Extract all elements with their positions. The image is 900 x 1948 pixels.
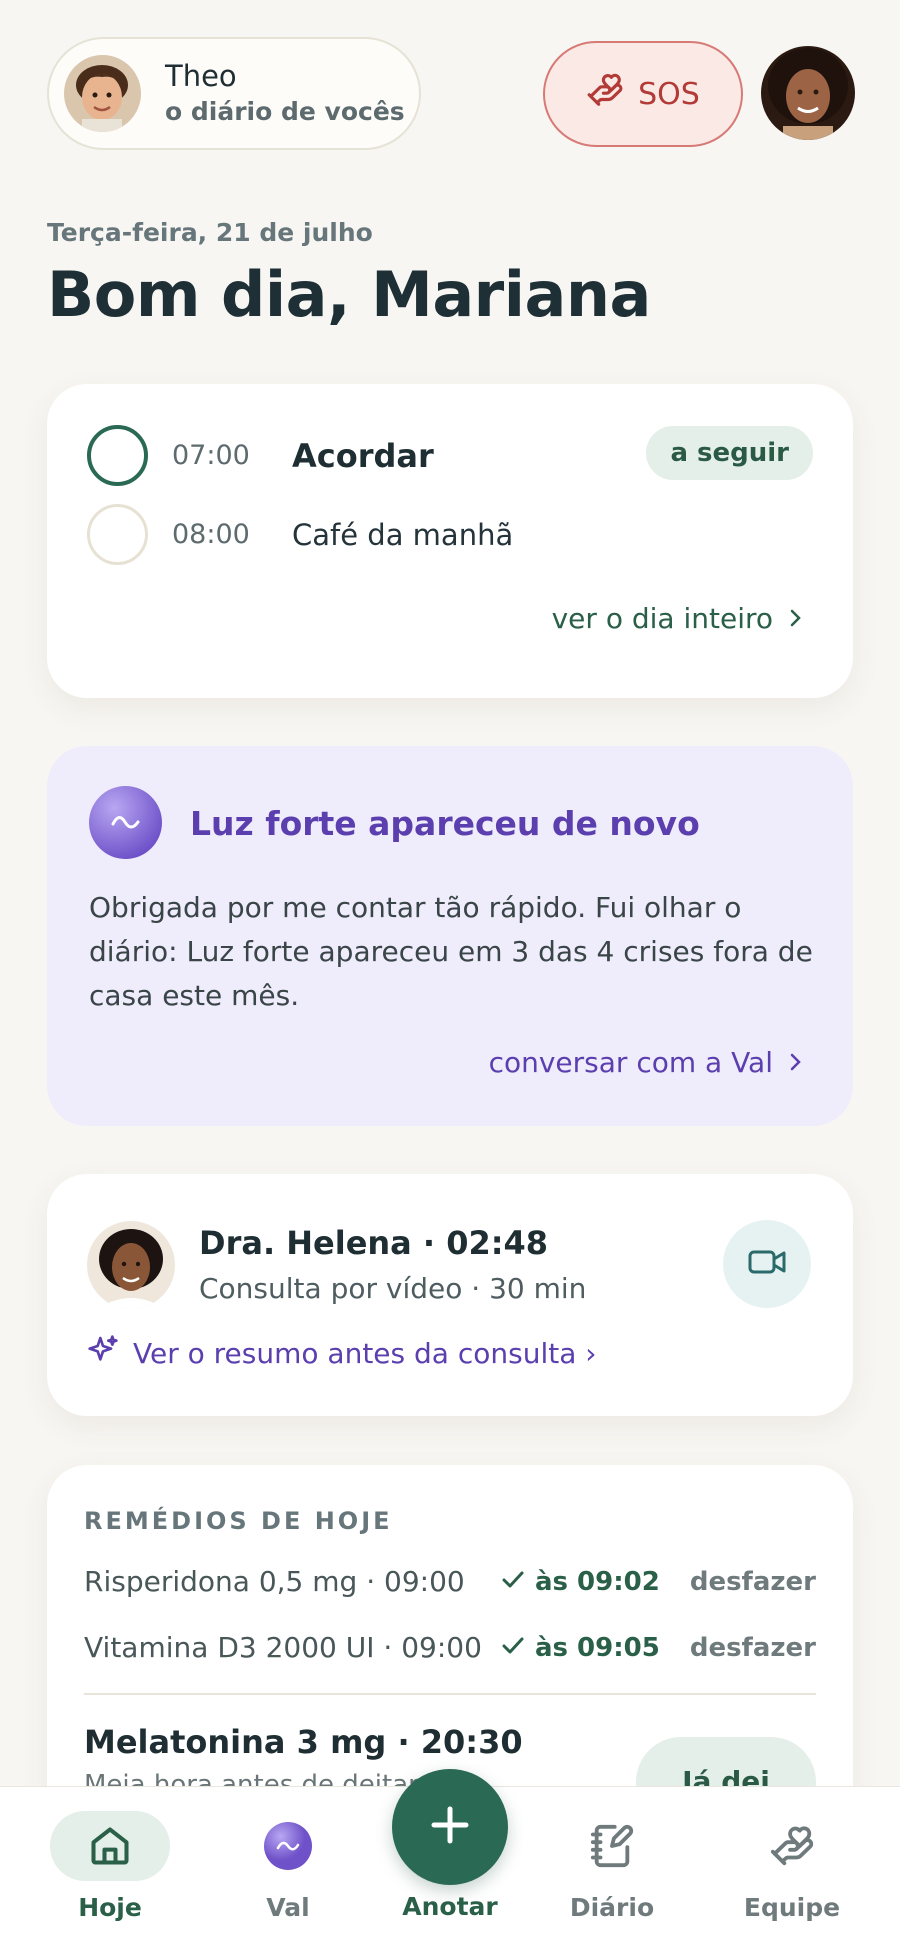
nav-label: Hoje bbox=[78, 1893, 142, 1922]
child-subtitle: o diário de vocês bbox=[165, 96, 405, 126]
consultation-type: Consulta por vídeo · 30 min bbox=[199, 1272, 587, 1305]
val-insight-card[interactable]: Luz forte apareceu de novo Obrigada por … bbox=[47, 746, 853, 1126]
medication-row: Risperidona 0,5 mg · 09:00 às 09:02 desf… bbox=[84, 1565, 816, 1598]
child-name: Theo bbox=[165, 58, 237, 93]
nav-tab-val[interactable]: Val bbox=[218, 1787, 358, 1948]
taken-status: às 09:02 bbox=[501, 1567, 660, 1597]
journal-icon bbox=[552, 1811, 672, 1881]
val-orb-icon bbox=[228, 1811, 348, 1881]
doctor-avatar bbox=[87, 1221, 175, 1309]
video-camera-icon bbox=[747, 1247, 787, 1281]
nav-tab-diario[interactable]: Diário bbox=[542, 1787, 682, 1948]
check-icon bbox=[501, 1567, 525, 1597]
plus-icon bbox=[428, 1803, 472, 1851]
next-badge: a seguir bbox=[646, 426, 813, 480]
undo-button[interactable]: desfazer bbox=[690, 1567, 816, 1597]
undo-button[interactable]: desfazer bbox=[690, 1633, 816, 1663]
sos-label: SOS bbox=[638, 76, 700, 112]
pre-consult-summary-label: Ver o resumo antes da consulta › bbox=[133, 1337, 597, 1370]
val-card-body: Obrigada por me contar tão rápido. Fui o… bbox=[89, 891, 813, 1012]
nav-label: Val bbox=[266, 1893, 310, 1922]
home-icon bbox=[50, 1811, 170, 1881]
taken-status: às 09:05 bbox=[501, 1633, 660, 1663]
video-call-button[interactable] bbox=[723, 1220, 811, 1308]
current-date: Terça-feira, 21 de julho bbox=[47, 218, 373, 247]
pre-consult-summary-link[interactable]: Ver o resumo antes da consulta › bbox=[87, 1334, 596, 1373]
helping-hand-icon bbox=[586, 71, 624, 117]
schedule-task: Acordar bbox=[292, 436, 434, 475]
schedule-card: 07:00 Acordar a seguir 08:00 Café da man… bbox=[47, 384, 853, 698]
task-checkbox[interactable] bbox=[87, 504, 148, 565]
see-full-day-label: ver o dia inteiro bbox=[551, 602, 773, 635]
medication-name: Vitamina D3 2000 UI · 09:00 bbox=[84, 1631, 482, 1664]
medication-name: Risperidona 0,5 mg · 09:00 bbox=[84, 1565, 465, 1598]
nav-label: Equipe bbox=[743, 1893, 841, 1922]
sparkle-icon bbox=[87, 1334, 119, 1373]
see-full-day-link[interactable]: ver o dia inteiro bbox=[552, 602, 803, 635]
check-icon bbox=[501, 1633, 525, 1663]
schedule-time: 08:00 bbox=[172, 519, 250, 550]
schedule-task: Café da manhã bbox=[292, 517, 514, 552]
nav-tab-hoje[interactable]: Hoje bbox=[40, 1787, 180, 1948]
next-medication-name: Melatonina 3 mg · 20:30 bbox=[84, 1723, 523, 1761]
val-orb-icon bbox=[89, 786, 162, 859]
task-checkbox[interactable] bbox=[87, 425, 148, 486]
taken-time: às 09:05 bbox=[534, 1632, 660, 1663]
team-hand-icon bbox=[732, 1811, 852, 1881]
schedule-item[interactable]: 07:00 Acordar bbox=[87, 425, 434, 486]
sos-button[interactable]: SOS bbox=[543, 41, 743, 147]
nav-tab-equipe[interactable]: Equipe bbox=[722, 1787, 862, 1948]
consultation-card: Dra. Helena · 02:48 Consulta por vídeo ·… bbox=[47, 1174, 853, 1416]
user-avatar[interactable] bbox=[761, 46, 855, 140]
val-card-title: Luz forte apareceu de novo bbox=[190, 804, 700, 843]
page-title: Bom dia, Mariana bbox=[47, 258, 651, 331]
add-note-label: Anotar bbox=[402, 1892, 498, 1921]
add-note-button[interactable] bbox=[392, 1769, 508, 1885]
chevron-right-icon bbox=[789, 1046, 803, 1079]
medication-row: Vitamina D3 2000 UI · 09:00 às 09:05 des… bbox=[84, 1631, 816, 1664]
nav-label: Diário bbox=[569, 1893, 655, 1922]
schedule-item[interactable]: 08:00 Café da manhã bbox=[87, 504, 513, 565]
child-profile-pill[interactable]: Theo o diário de vocês bbox=[47, 37, 421, 150]
doctor-name-time: Dra. Helena · 02:48 bbox=[199, 1224, 549, 1262]
child-avatar bbox=[64, 55, 141, 132]
schedule-time: 07:00 bbox=[172, 440, 250, 471]
medications-title: REMÉDIOS DE HOJE bbox=[84, 1507, 393, 1535]
chevron-right-icon bbox=[789, 602, 803, 635]
divider bbox=[84, 1693, 816, 1695]
chat-with-val-label: conversar com a Val bbox=[488, 1046, 773, 1079]
chat-with-val-link[interactable]: conversar com a Val bbox=[489, 1046, 803, 1079]
taken-time: às 09:02 bbox=[534, 1566, 660, 1597]
